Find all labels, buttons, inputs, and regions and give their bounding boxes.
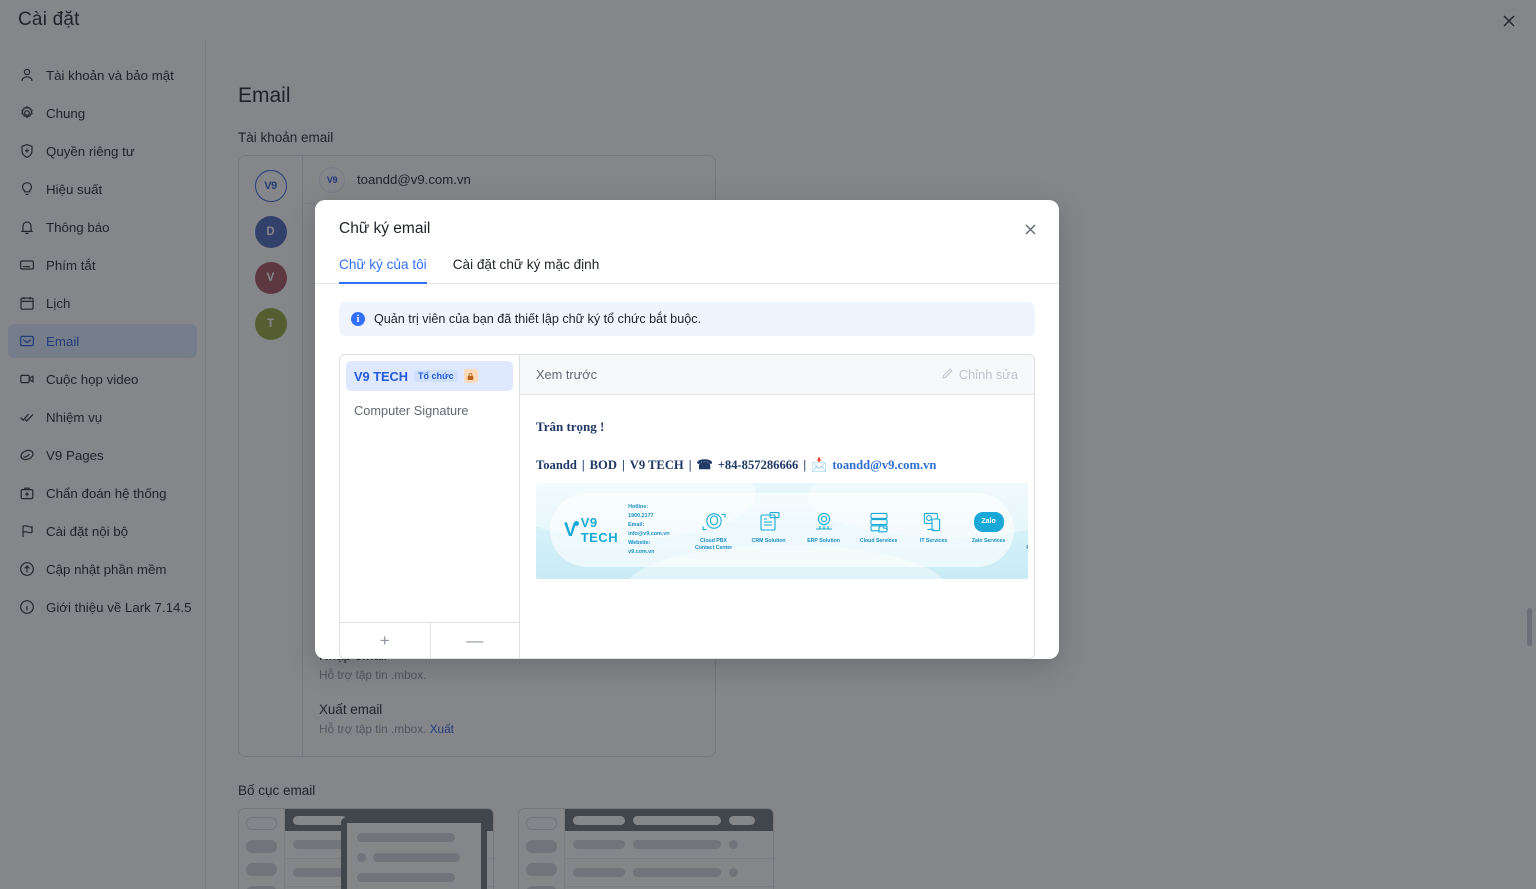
- banner-service-crm: CRM Solution: [745, 509, 793, 545]
- crm-icon: [754, 509, 784, 535]
- dialog-title: Chữ ký email: [339, 220, 431, 237]
- contact-phone: +84-857286666: [717, 457, 799, 472]
- envelope-icon: 📩: [811, 457, 828, 472]
- banner-service-caption: Zalo Services: [971, 537, 1006, 544]
- banner-service-zalo: Zalo Zalo Services: [965, 509, 1013, 545]
- tab-default-signature-settings[interactable]: Cài đặt chữ ký mặc định: [453, 253, 600, 284]
- edit-signature-button[interactable]: Chỉnh sửa: [941, 367, 1018, 383]
- dialog-tabs: Chữ ký của tôi Cài đặt chữ ký mặc định: [315, 252, 1059, 284]
- banner-email: Email: info@v9.com.vn: [628, 522, 670, 537]
- signature-banner-image: V V9 TECH Hotline: 1900.2177 Email: info…: [536, 483, 1028, 579]
- banner-service-caption: CRM Solution: [751, 537, 786, 544]
- zalo-icon: Zalo: [973, 509, 1004, 535]
- dialog-close-button[interactable]: [1017, 216, 1043, 242]
- banner-brand: V V9 TECH: [564, 515, 618, 545]
- signature-name: V9 TECH: [354, 368, 409, 384]
- info-icon: i: [351, 312, 365, 326]
- organization-badge: Tổ chức: [414, 370, 458, 382]
- contact-separator: |: [581, 457, 585, 472]
- tab-my-signature[interactable]: Chữ ký của tôi: [339, 253, 427, 284]
- preview-label: Xem trước: [536, 367, 598, 382]
- banner-service-caption: Website/ Postal Design: [1020, 538, 1028, 552]
- banner-service-caption: IT Services: [919, 537, 948, 544]
- signature-editor-body: V9 TECH Tổ chức Computer Signature + — X…: [339, 354, 1035, 659]
- signature-name: Computer Signature: [354, 402, 469, 418]
- signature-contact-line: Toandd | BOD | V9 TECH | ☎ +84-857286666…: [536, 457, 1018, 473]
- preview-content: Trân trọng ! Toandd | BOD | V9 TECH | ☎ …: [520, 395, 1034, 658]
- signature-list-panel: V9 TECH Tổ chức Computer Signature + —: [340, 355, 520, 658]
- signature-preview-panel: Xem trước Chỉnh sửa Trân trọng ! Toandd …: [520, 355, 1034, 658]
- lock-icon: [463, 369, 478, 383]
- contact-email[interactable]: toandd@v9.com.vn: [832, 458, 936, 473]
- signature-item-v9-tech[interactable]: V9 TECH Tổ chức: [346, 361, 513, 391]
- signature-list-footer: + —: [340, 622, 519, 658]
- remove-signature-button[interactable]: —: [429, 623, 520, 658]
- admin-notice-banner: i Quản trị viên của bạn đã thiết lập chữ…: [339, 302, 1035, 336]
- signature-items: V9 TECH Tổ chức Computer Signature: [340, 355, 519, 622]
- banner-hotline: Hotline: 1900.2177: [628, 504, 654, 519]
- banner-website: Website: v9.com.vn: [628, 540, 655, 555]
- contact-separator: |: [688, 457, 692, 472]
- devices-icon: [919, 509, 949, 535]
- banner-service-caption: ERP Solution: [807, 537, 840, 544]
- banner-brand-text: V9 TECH: [580, 515, 619, 545]
- v9-logo-mark: V: [564, 519, 579, 541]
- banner-plate: V V9 TECH Hotline: 1900.2177 Email: info…: [550, 493, 1028, 567]
- edit-label: Chỉnh sửa: [958, 367, 1018, 382]
- banner-service-caption: Cloud Services: [859, 537, 898, 544]
- erp-icon: [809, 509, 839, 535]
- headset-icon: [699, 509, 729, 535]
- banner-service-website: Website/ Postal Design: [1020, 509, 1028, 552]
- signature-greeting: Trân trọng !: [536, 419, 605, 434]
- banner-service-cloud: Cloud Services: [855, 509, 903, 545]
- contact-separator: |: [803, 457, 807, 472]
- contact-name: Toandd: [536, 457, 577, 472]
- dialog-header: Chữ ký email: [315, 200, 1059, 238]
- banner-service-cloud-pbx: Cloud PBX Contact Center: [690, 509, 738, 552]
- server-cloud-icon: [864, 509, 894, 535]
- contact-separator: |: [621, 457, 625, 472]
- add-signature-button[interactable]: +: [340, 623, 430, 658]
- telephone-icon: ☎: [696, 457, 713, 472]
- banner-services: Cloud PBX Contact Center CRM Solution ER…: [690, 509, 1028, 552]
- banner-contact-block: Hotline: 1900.2177 Email: info@v9.com.vn…: [628, 503, 670, 557]
- pencil-icon: [941, 367, 954, 383]
- notice-text: Quản trị viên của bạn đã thiết lập chữ k…: [374, 312, 701, 326]
- contact-role: BOD: [589, 457, 617, 472]
- banner-service-it: IT Services: [910, 509, 958, 545]
- signature-item-computer-signature[interactable]: Computer Signature: [346, 395, 513, 425]
- preview-header: Xem trước Chỉnh sửa: [520, 355, 1034, 395]
- email-signature-dialog: Chữ ký email Chữ ký của tôi Cài đặt chữ …: [315, 200, 1059, 659]
- zalo-logo: Zalo: [973, 511, 1004, 532]
- banner-service-erp: ERP Solution: [800, 509, 848, 545]
- banner-service-caption: Cloud PBX Contact Center: [694, 537, 733, 551]
- contact-company: V9 TECH: [629, 457, 684, 472]
